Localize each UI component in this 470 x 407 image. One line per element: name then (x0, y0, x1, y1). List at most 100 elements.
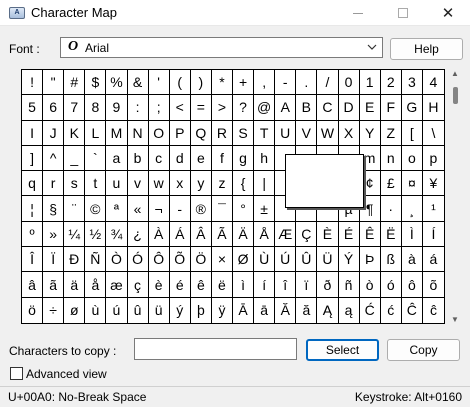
char-cell[interactable]: ¦ (22, 196, 44, 222)
char-cell[interactable]: · (380, 196, 402, 222)
char-cell[interactable]: Z (380, 120, 402, 146)
char-cell[interactable]: á (422, 247, 444, 273)
char-cell[interactable]: R (211, 120, 233, 146)
char-cell[interactable]: ï (296, 272, 318, 298)
char-cell[interactable]: Ĉ (402, 297, 423, 323)
char-cell[interactable]: Ă (275, 297, 297, 323)
char-cell[interactable]: ¥ (422, 171, 444, 197)
char-cell[interactable]: × (211, 247, 233, 273)
char-cell[interactable]: Ù (254, 247, 276, 273)
char-cell[interactable]: / (317, 70, 339, 96)
char-cell[interactable]: [ (401, 120, 423, 146)
char-cell[interactable]: ¯ (211, 196, 233, 222)
char-cell[interactable]: ß (380, 247, 402, 273)
char-cell[interactable]: Q (190, 120, 212, 146)
char-cell[interactable]: é (169, 272, 191, 298)
char-cell[interactable]: 6 (43, 95, 65, 121)
char-cell[interactable]: 8 (85, 95, 107, 121)
char-cell[interactable]: G (401, 95, 423, 121)
char-cell[interactable]: § (43, 196, 65, 222)
char-cell[interactable]: y (190, 171, 212, 197)
char-cell[interactable]: & (127, 70, 149, 96)
characters-to-copy-input[interactable] (134, 338, 297, 360)
char-cell[interactable]: Ô (148, 247, 170, 273)
grid-scrollbar[interactable]: ▲ ▼ (449, 69, 463, 324)
char-cell[interactable]: ö (22, 297, 44, 323)
char-cell[interactable]: e (190, 145, 212, 172)
char-cell[interactable]: à (401, 247, 423, 273)
char-cell[interactable]: ô (401, 272, 423, 298)
char-cell[interactable]: Ø (233, 247, 255, 273)
char-cell[interactable]: ) (190, 70, 212, 96)
char-cell[interactable]: = (190, 95, 212, 121)
char-cell[interactable]: A (275, 95, 297, 121)
char-cell[interactable]: . (296, 70, 318, 96)
char-cell[interactable]: P (169, 120, 191, 146)
char-cell[interactable]: 2 (380, 70, 402, 96)
char-cell[interactable]: 7 (64, 95, 86, 121)
char-cell[interactable]: Ñ (85, 247, 107, 273)
help-button[interactable]: Help (390, 38, 463, 60)
char-cell[interactable]: I (22, 120, 44, 146)
char-cell[interactable]: c (148, 145, 170, 172)
char-cell[interactable]: * (211, 70, 233, 96)
char-cell[interactable]: Ï (43, 247, 65, 273)
char-cell[interactable]: q (22, 171, 44, 197)
char-cell[interactable]: Ê (359, 221, 381, 248)
char-cell[interactable]: Ü (317, 247, 339, 273)
char-cell[interactable]: w (148, 171, 170, 197)
char-cell[interactable]: Ã (211, 221, 233, 248)
char-cell[interactable]: î (275, 272, 297, 298)
char-cell[interactable]: ê (190, 272, 212, 298)
char-cell[interactable]: # (64, 70, 86, 96)
advanced-view-label[interactable]: Advanced view (26, 367, 107, 381)
char-cell[interactable]: Ą (317, 297, 339, 323)
scroll-down-arrow-icon[interactable]: ▼ (451, 315, 459, 324)
advanced-view-checkbox[interactable] (10, 367, 23, 380)
char-cell[interactable]: - (169, 196, 191, 222)
char-cell[interactable]: ü (149, 297, 170, 323)
char-cell[interactable]: Ā (233, 297, 255, 323)
char-cell[interactable]: ĉ (423, 298, 444, 323)
char-cell[interactable]: 0 (338, 70, 360, 96)
char-cell[interactable]: Ò (106, 247, 128, 273)
char-cell[interactable]: ¤ (401, 171, 423, 197)
char-cell[interactable]: ¸ (401, 196, 423, 222)
char-cell[interactable]: ¾ (106, 221, 128, 248)
char-cell[interactable]: a (106, 145, 128, 172)
char-cell[interactable]: s (64, 171, 86, 197)
maximize-button[interactable] (383, 0, 423, 26)
char-cell[interactable]: ¿ (127, 221, 149, 248)
char-cell[interactable]: ð (317, 272, 339, 298)
char-cell[interactable]: þ (191, 297, 212, 323)
char-cell[interactable]: õ (422, 272, 444, 298)
char-cell[interactable]: ± (254, 196, 276, 222)
char-cell[interactable]: » (43, 221, 65, 248)
char-cell[interactable]: Ú (275, 247, 297, 273)
char-cell[interactable]: Û (296, 247, 318, 273)
char-cell[interactable]: « (127, 196, 149, 222)
char-cell[interactable]: ÷ (43, 297, 65, 323)
char-cell[interactable]: J (43, 120, 65, 146)
char-cell[interactable]: _ (64, 145, 86, 172)
char-cell[interactable]: £ (380, 171, 402, 197)
char-cell[interactable]: Ç (296, 221, 318, 248)
scroll-up-arrow-icon[interactable]: ▲ (451, 69, 459, 78)
char-cell[interactable]: B (296, 95, 318, 121)
char-cell[interactable]: è (148, 272, 170, 298)
char-cell[interactable]: o (401, 145, 423, 172)
char-cell[interactable]: x (169, 171, 191, 197)
char-cell[interactable]: ì (233, 272, 255, 298)
char-cell[interactable]: % (106, 70, 128, 96)
char-cell[interactable]: ° (233, 196, 255, 222)
char-cell[interactable]: K (64, 120, 86, 146)
font-dropdown[interactable]: O Arial (60, 37, 383, 58)
char-cell[interactable]: L (85, 120, 107, 146)
char-cell[interactable]: À (148, 221, 170, 248)
char-cell[interactable]: ç (127, 272, 149, 298)
char-cell[interactable]: N (127, 120, 149, 146)
char-cell[interactable]: f (211, 145, 233, 172)
char-cell[interactable]: t (85, 171, 107, 197)
char-cell[interactable]: û (128, 297, 149, 323)
char-cell[interactable]: 4 (422, 70, 444, 96)
